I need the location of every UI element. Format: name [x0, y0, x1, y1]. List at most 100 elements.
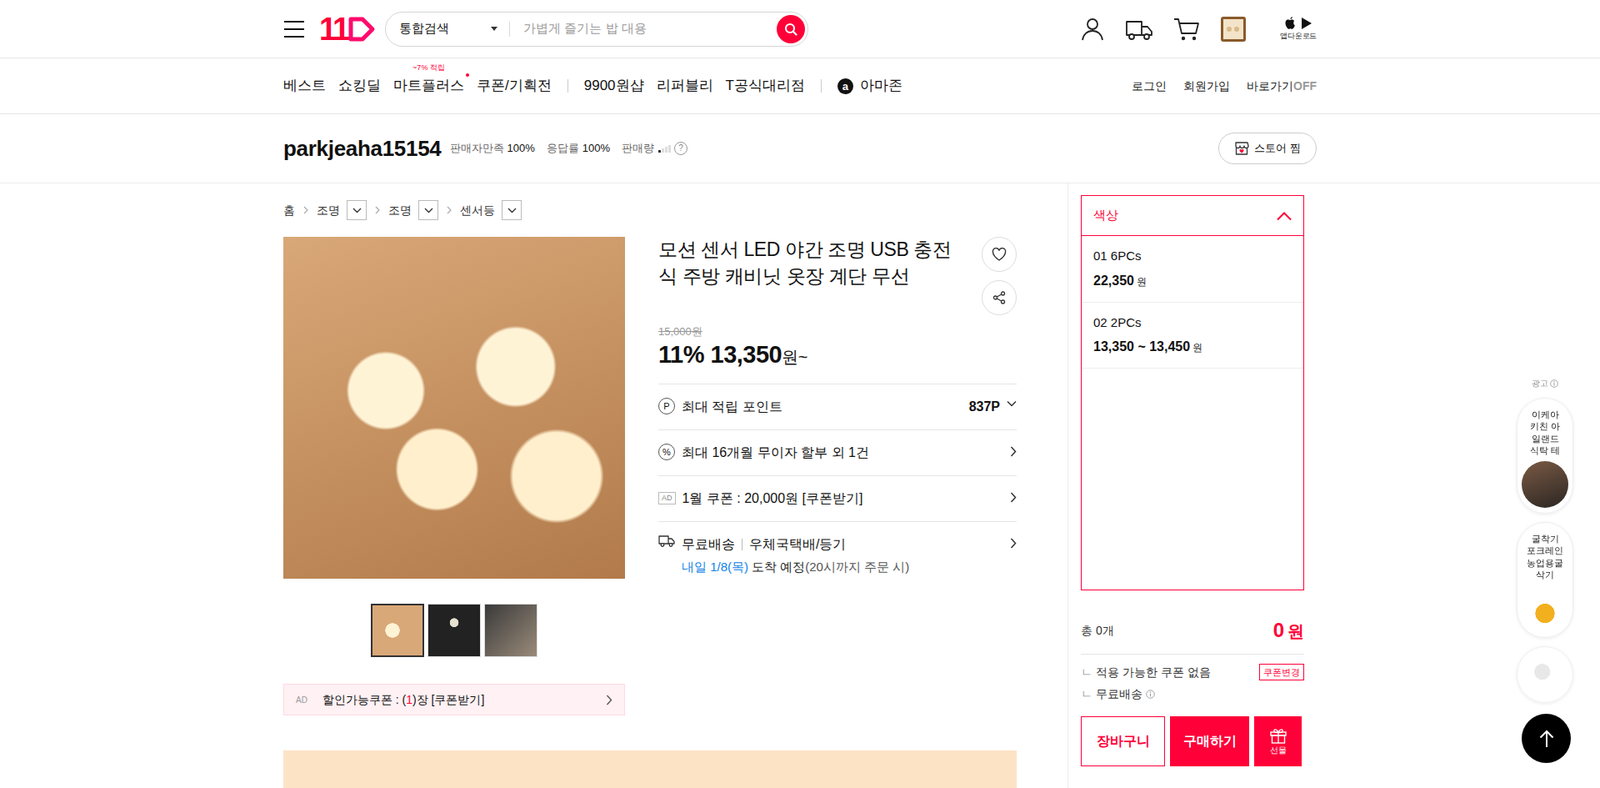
coupon-status: 적용 가능한 쿠폰 없음 — [1095, 663, 1211, 681]
nav-item[interactable]: 쿠폰/기획전 — [476, 75, 552, 97]
chevron-right-icon — [1010, 491, 1017, 503]
recent-item-icon[interactable] — [1220, 15, 1247, 43]
order-details: ㄴ적용 가능한 쿠폰 없음쿠폰변경 ㄴ무료배송 — [1080, 653, 1305, 705]
option-item[interactable]: 02 2PCs13,350 ~ 13,450원 — [1081, 302, 1304, 370]
seller-stat: 응답률100% — [546, 140, 610, 157]
help-button[interactable]: ? — [674, 141, 688, 155]
option-title: 색상 — [1093, 205, 1119, 225]
share-icon — [992, 290, 1006, 305]
nav-link[interactable]: 9900원샵 — [584, 75, 645, 97]
shortcut-toggle[interactable]: 바로가기OFF — [1246, 77, 1317, 95]
delivery-truck-icon — [658, 534, 675, 548]
stat-label: 응답률 — [546, 141, 580, 155]
benefit-row[interactable]: 무료배송우체국택배/등기내일 1/8(목)도착 예정(20시까지 주문 시) — [658, 520, 1017, 590]
breadcrumb-dropdown[interactable] — [418, 200, 439, 220]
side-ad[interactable]: 굴착기 포크레인 농업용굴삭기 — [1516, 521, 1574, 638]
breadcrumb-label: 홈 — [283, 201, 295, 220]
coupon-text: 할인가능쿠폰 : ( — [322, 690, 406, 709]
buy-button[interactable]: 구매하기 — [1170, 715, 1250, 766]
nav-item[interactable]: 9900원샵 — [584, 75, 645, 97]
coupon-count: 1 — [405, 690, 413, 709]
product-info: 모션 센서 LED 야간 조명 USB 충전식 주방 캐비닛 옷장 계단 무선 … — [658, 236, 1017, 715]
breadcrumb-item[interactable]: 홈 — [283, 201, 295, 220]
site-logo[interactable]: 11 — [319, 13, 376, 45]
benefit-row[interactable]: AD1월 쿠폰 : 20,000원 [쿠폰받기] — [658, 475, 1017, 521]
menu-icon[interactable] — [283, 20, 305, 39]
nav-item[interactable]: 쇼킹딜 — [338, 75, 381, 97]
benefit-icon: P — [658, 397, 675, 415]
side-ad[interactable]: 이케아 키친 아일랜드 식탁 테 — [1516, 397, 1574, 514]
arrow-up-icon — [1539, 729, 1555, 748]
seller-name[interactable]: parkjeaha15154 — [283, 132, 442, 165]
breadcrumb: 홈 조명 조명 센서등 — [283, 200, 1017, 220]
util-link[interactable]: 회원가입 — [1183, 77, 1230, 95]
user-icon[interactable] — [1080, 16, 1105, 42]
coupon-bar[interactable]: AD 할인가능쿠폰 : (1)장 [쿠폰받기] — [283, 683, 625, 715]
nav-link[interactable]: 아마존 — [860, 75, 903, 97]
side-ad[interactable] — [1516, 645, 1574, 703]
option-header[interactable]: 색상 — [1081, 195, 1304, 236]
search-bar: 통합검색 — [385, 11, 809, 47]
nav-link[interactable]: 쿠폰/기획전 — [476, 75, 552, 97]
benefit-row[interactable]: %최대 16개월 무이자 할부 외 1건 — [658, 429, 1017, 475]
stat-label: 판매자만족 — [450, 141, 505, 155]
side-ad-rail: 광고 이케아 키친 아일랜드 식탁 테굴착기 포크레인 농업용굴삭기 — [1516, 376, 1574, 703]
coupon-change-button[interactable]: 쿠폰변경 — [1259, 663, 1305, 680]
side-ad-caption: 굴착기 포크레인 농업용굴삭기 — [1520, 532, 1570, 580]
product-main: 홈 조명 조명 센서등 AD 할인가능쿠폰 : (1)장 [쿠폰받기] 모션 센서 L… — [283, 183, 1017, 788]
info-icon[interactable] — [1550, 379, 1559, 388]
site-header: 11 통합검색 앱다운로드 — [0, 0, 1600, 59]
util-link[interactable]: 로그인 — [1131, 77, 1167, 95]
store-follow-button[interactable]: 스토어 찜 — [1218, 132, 1317, 165]
chevron-right-icon — [303, 205, 309, 215]
breadcrumb-item[interactable]: 조명 — [388, 200, 439, 220]
benefit-sub: 우체국택배/등기 — [749, 534, 846, 555]
share-button[interactable] — [981, 280, 1017, 315]
scroll-top-button[interactable] — [1521, 713, 1571, 763]
nav-item[interactable]: T공식대리점 — [725, 75, 805, 97]
nav-item[interactable]: 마트플러스~7% 적립 — [393, 75, 465, 97]
nav-link[interactable]: 베스트 — [283, 75, 326, 97]
nav-item[interactable]: a아마존 — [837, 75, 903, 97]
shipping-info: 무료배송 — [1095, 685, 1143, 703]
gift-button[interactable]: 선물 — [1254, 715, 1302, 766]
add-to-cart-button[interactable]: 장바구니 — [1080, 715, 1165, 766]
nav-badge: ~7% 적립 — [412, 62, 445, 75]
nav-link[interactable]: 리퍼블리 — [656, 75, 714, 97]
nav-link[interactable]: 쇼킹딜 — [338, 75, 381, 97]
order-total: 총 0개 0원 — [1080, 615, 1305, 645]
chevron-icon — [1006, 400, 1017, 407]
thumbnail[interactable] — [427, 603, 481, 657]
option-item[interactable]: 01 6PCs22,350원 — [1081, 235, 1304, 303]
thumbnail[interactable] — [484, 603, 538, 657]
benefit-icon: % — [658, 443, 675, 460]
breadcrumb-dropdown[interactable] — [346, 200, 367, 220]
gallery: AD 할인가능쿠폰 : (1)장 [쿠폰받기] — [283, 236, 625, 715]
search-button[interactable] — [776, 15, 805, 44]
search-scope[interactable]: 통합검색 — [399, 19, 498, 39]
ad-label: AD — [295, 693, 308, 706]
nav-item[interactable]: 리퍼블리 — [656, 75, 714, 97]
option-toggle[interactable] — [1276, 205, 1292, 225]
wishlist-button[interactable] — [981, 236, 1017, 272]
chevron-right-icon — [446, 205, 452, 215]
logo-text: 11 — [319, 13, 348, 45]
breadcrumb-label: 조명 — [316, 201, 340, 220]
breadcrumb-dropdown[interactable] — [501, 200, 522, 220]
seller-stat: 판매자만족100% — [450, 140, 535, 157]
nav-link[interactable]: T공식대리점 — [725, 75, 805, 97]
thumbnail[interactable] — [370, 603, 425, 657]
delivery-truck-icon[interactable] — [1125, 16, 1154, 42]
breadcrumb-item[interactable]: 센서등 — [460, 200, 522, 220]
product-image[interactable] — [283, 236, 625, 579]
app-download[interactable]: 앱다운로드 — [1280, 15, 1317, 43]
nav-item[interactable]: 베스트 — [283, 75, 326, 97]
promo-banner[interactable] — [283, 750, 1017, 788]
cart-icon[interactable] — [1173, 16, 1200, 42]
info-icon[interactable] — [1145, 689, 1155, 699]
coupon-text-end: )장 [쿠폰받기] — [412, 690, 485, 709]
benefit-row[interactable]: P최대 적립 포인트837P — [658, 383, 1017, 430]
search-input[interactable] — [521, 18, 777, 40]
breadcrumb-item[interactable]: 조명 — [316, 200, 367, 220]
nav-link[interactable]: 마트플러스 — [393, 75, 465, 97]
